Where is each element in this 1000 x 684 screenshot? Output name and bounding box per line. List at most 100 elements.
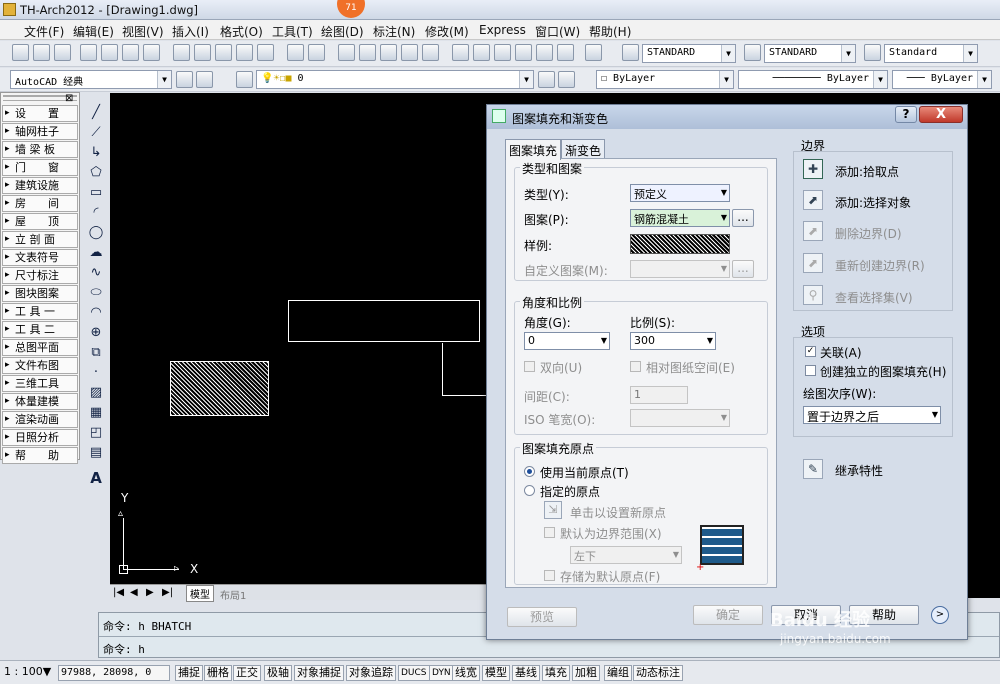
double-checkbox[interactable]	[524, 361, 535, 372]
pan-icon[interactable]	[338, 44, 355, 61]
toggle-ortho[interactable]: 正交	[233, 665, 261, 681]
insert-block-icon[interactable]: ⊕	[87, 324, 105, 341]
text-style-select[interactable]: STANDARD ▼	[642, 44, 736, 63]
scale-selector[interactable]: 1 : 100▼	[2, 665, 53, 681]
cut-icon[interactable]	[173, 44, 190, 61]
ok-button[interactable]: 确定	[693, 605, 763, 625]
spacing-input[interactable]: 1	[630, 386, 688, 404]
sidebar-item-elevation[interactable]: 立 剖 面	[2, 231, 78, 248]
new-icon[interactable]	[12, 44, 29, 61]
default-extent-checkbox[interactable]	[544, 527, 555, 538]
markup-icon[interactable]	[536, 44, 553, 61]
sidebar-item-render[interactable]: 渲染动画	[2, 411, 78, 428]
recreate-boundary-button[interactable]: 重新创建边界(R)	[835, 257, 925, 274]
menu-window[interactable]: 窗口(W)	[535, 23, 580, 40]
use-current-origin-radio[interactable]	[524, 466, 535, 477]
layer-manager-icon[interactable]	[236, 71, 253, 88]
design-center-icon[interactable]	[473, 44, 490, 61]
add-select-objects-button[interactable]: 添加:选择对象	[835, 194, 911, 211]
plot-icon[interactable]	[143, 44, 160, 61]
zoom-window-icon[interactable]	[380, 44, 397, 61]
inherit-properties-button[interactable]: 继承特性	[835, 462, 883, 479]
dialog-help-button[interactable]: ?	[895, 106, 917, 123]
close-icon[interactable]: ⊠	[65, 93, 73, 104]
save-icon[interactable]	[54, 44, 71, 61]
toggle-lineweight[interactable]: 线宽	[452, 665, 480, 681]
menu-insert[interactable]: 插入(I)	[172, 23, 209, 40]
sidebar-item-sunlight[interactable]: 日照分析	[2, 429, 78, 446]
menu-format[interactable]: 格式(O)	[220, 23, 263, 40]
select-objects-icon[interactable]: ⬈	[803, 190, 823, 210]
set-origin-icon[interactable]: ⇲	[544, 501, 562, 519]
sidebar-item-doors-windows[interactable]: 门 窗	[2, 159, 78, 176]
tab-layout1[interactable]: 布局1	[220, 587, 246, 602]
toggle-snap[interactable]: 捕捉	[175, 665, 203, 681]
tab-gradient[interactable]: 渐变色	[561, 139, 606, 159]
angle-select[interactable]: 0 ▼	[524, 332, 610, 350]
independent-hatch-checkbox[interactable]	[805, 365, 816, 376]
sidebar-item-site-plan[interactable]: 总图平面	[2, 339, 78, 356]
tool-palette-icon[interactable]	[494, 44, 511, 61]
toggle-model[interactable]: 模型	[482, 665, 510, 681]
tab-last-icon[interactable]: ▶|	[162, 587, 173, 598]
copy-icon[interactable]	[194, 44, 211, 61]
polygon-icon[interactable]: ⬠	[87, 164, 105, 181]
zoom-previous-icon[interactable]	[401, 44, 418, 61]
hatch-icon[interactable]: ▨	[87, 384, 105, 401]
workspace-settings-icon[interactable]	[176, 71, 193, 88]
print-icon[interactable]	[80, 44, 97, 61]
specified-origin-radio[interactable]	[524, 485, 535, 496]
toggle-polar[interactable]: 极轴	[264, 665, 292, 681]
add-pick-points-button[interactable]: 添加:拾取点	[835, 163, 899, 180]
pick-points-icon[interactable]: ✚	[803, 159, 823, 179]
sidebar-item-massing[interactable]: 体量建模	[2, 393, 78, 410]
menu-edit[interactable]: 编辑(E)	[73, 23, 114, 40]
tab-next-icon[interactable]: ▶	[146, 587, 154, 598]
open-icon[interactable]	[33, 44, 50, 61]
associative-checkbox[interactable]: ✓	[805, 346, 816, 357]
custom-pattern-browse-button[interactable]: ...	[732, 260, 754, 278]
tab-prev-icon[interactable]: ◀	[130, 587, 138, 598]
sidebar-item-rooms[interactable]: 房 间	[2, 195, 78, 212]
arc-icon[interactable]: ◜	[87, 204, 105, 221]
sidebar-item-settings[interactable]: 设 置	[2, 105, 78, 122]
pattern-sample-swatch[interactable]	[630, 234, 730, 254]
line-icon[interactable]: ╱	[87, 104, 105, 121]
tab-first-icon[interactable]: |◀	[113, 587, 124, 598]
sidebar-item-tools-2[interactable]: 工 具 二	[2, 321, 78, 338]
workspace-save-icon[interactable]	[196, 71, 213, 88]
sidebar-item-text-symbols[interactable]: 文表符号	[2, 249, 78, 266]
toggle-group[interactable]: 编组	[604, 665, 632, 681]
dim-style-select[interactable]: STANDARD ▼	[764, 44, 856, 63]
toggle-otrack[interactable]: 对象追踪	[346, 665, 396, 681]
make-current-layer-icon[interactable]	[538, 71, 555, 88]
sidebar-item-facilities[interactable]: 建筑设施	[2, 177, 78, 194]
pattern-select[interactable]: 钢筋混凝土 ▼	[630, 209, 730, 227]
store-default-checkbox[interactable]	[544, 570, 555, 581]
recreate-boundary-icon[interactable]: ⬈	[803, 253, 823, 273]
relative-paper-checkbox[interactable]	[630, 361, 641, 372]
undo-icon[interactable]	[287, 44, 304, 61]
match-properties-icon[interactable]	[236, 44, 253, 61]
menu-help[interactable]: 帮助(H)	[589, 23, 631, 40]
table-icon[interactable]: ▤	[87, 444, 105, 461]
dialog-title-bar[interactable]: 图案填充和渐变色 ? X	[487, 105, 967, 129]
polyline-icon[interactable]: ↳	[87, 144, 105, 161]
point-icon[interactable]: ·	[87, 364, 105, 381]
dialog-close-button[interactable]: X	[919, 106, 963, 123]
help-icon[interactable]	[585, 44, 602, 61]
toggle-fill[interactable]: 填充	[542, 665, 570, 681]
sidebar-item-help[interactable]: 帮 助	[2, 447, 78, 464]
menu-tools[interactable]: 工具(T)	[272, 23, 313, 40]
scale-select[interactable]: 300 ▼	[630, 332, 716, 350]
calculator-icon[interactable]	[557, 44, 574, 61]
origin-position-select[interactable]: 左下 ▼	[570, 546, 682, 564]
region-icon[interactable]: ◰	[87, 424, 105, 441]
circle-icon[interactable]: ◯	[87, 224, 105, 241]
menu-draw[interactable]: 绘图(D)	[321, 23, 364, 40]
menu-express[interactable]: Express	[479, 23, 526, 37]
menu-file[interactable]: 文件(F)	[24, 23, 64, 40]
toggle-ducs[interactable]: DUCS	[398, 665, 430, 681]
sidebar-item-3d-tools[interactable]: 三维工具	[2, 375, 78, 392]
sheet-set-icon[interactable]	[515, 44, 532, 61]
